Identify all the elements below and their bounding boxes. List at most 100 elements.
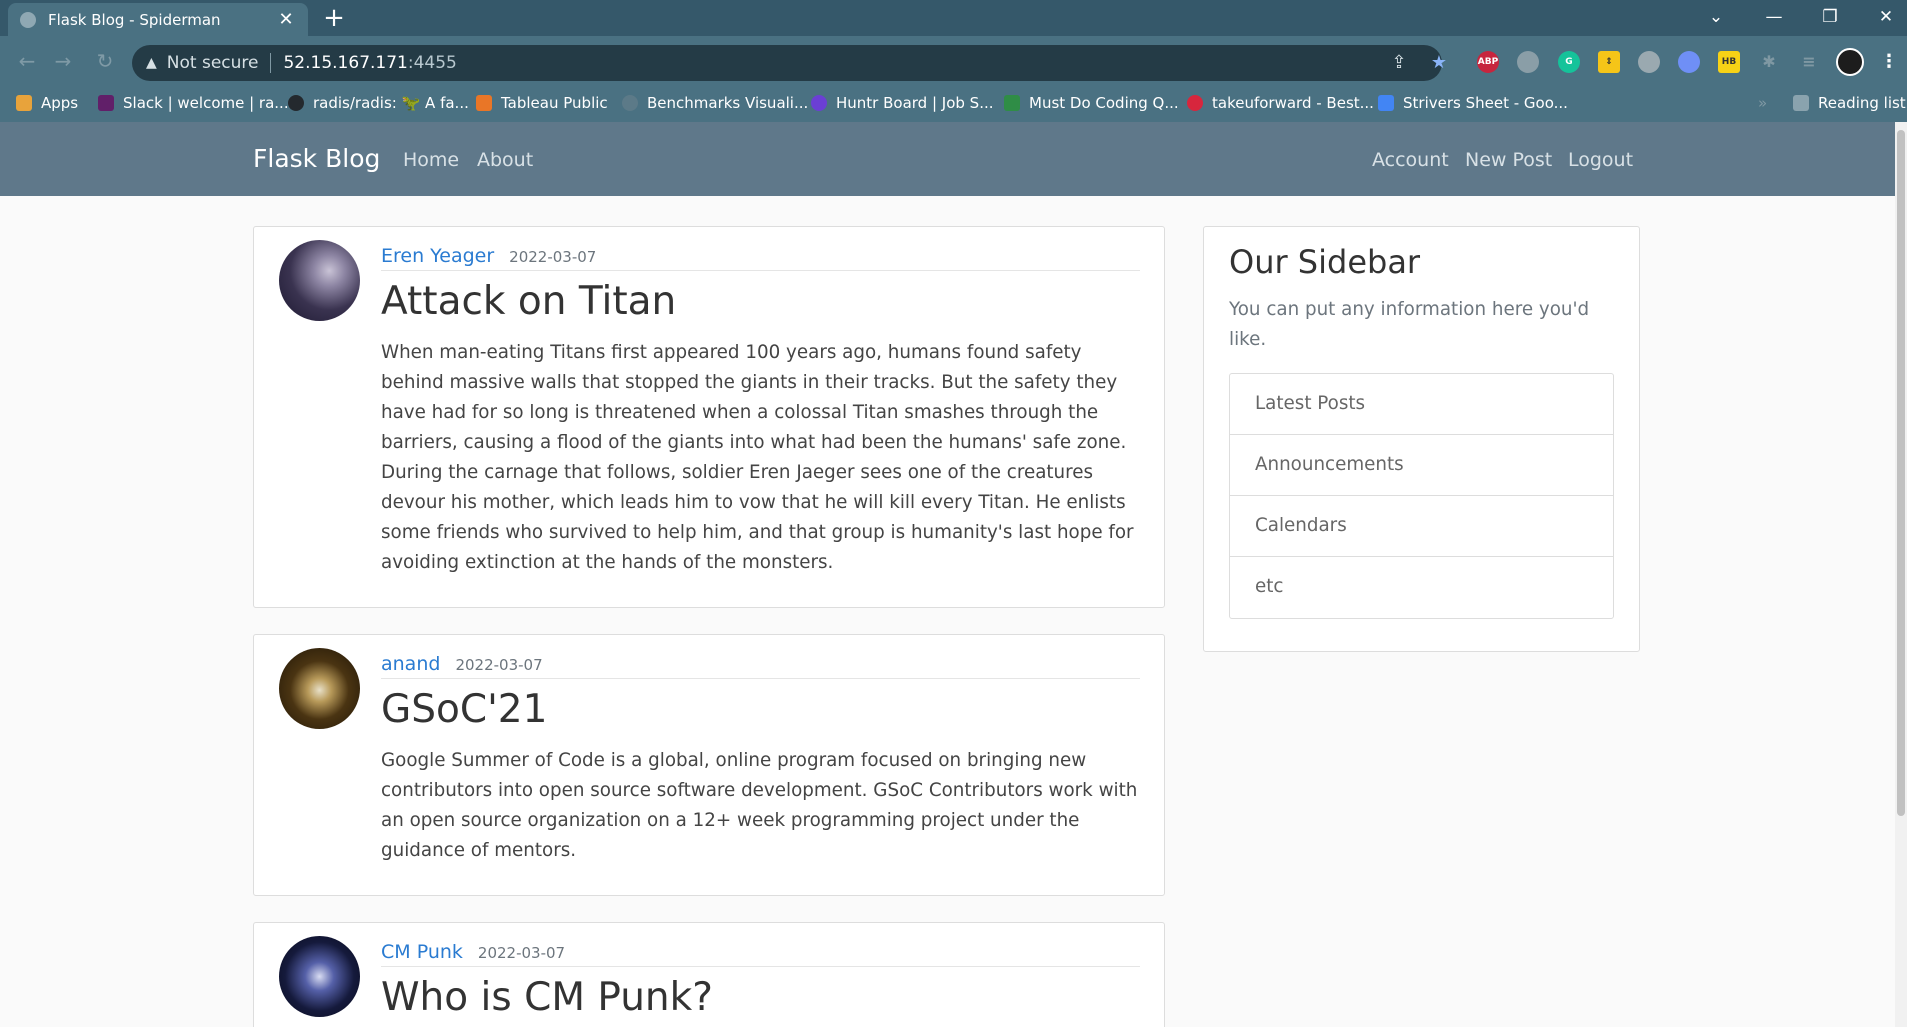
new-tab-button[interactable]: + bbox=[318, 4, 350, 32]
honey-extension-icon[interactable]: HB bbox=[1718, 51, 1740, 73]
sidebar-text: You can put any information here you'd l… bbox=[1229, 299, 1590, 350]
page-scrollbar[interactable] bbox=[1895, 122, 1907, 1027]
minimize-button[interactable]: — bbox=[1754, 4, 1794, 30]
close-tab-icon[interactable]: ✕ bbox=[276, 9, 296, 30]
reading-list-label: Reading list bbox=[1818, 94, 1906, 112]
bookmark-slack[interactable]: Slack | welcome | ra... bbox=[98, 93, 289, 113]
post-author-link[interactable]: CM Punk bbox=[381, 941, 463, 963]
google-docs-icon bbox=[1378, 95, 1394, 111]
cloud-extension-icon[interactable] bbox=[1517, 51, 1539, 73]
post-date: 2022-03-07 bbox=[477, 944, 566, 962]
post-card: CM Punk 2022-03-07 Who is CM Punk? bbox=[253, 922, 1165, 1027]
bookmark-label: takeuforward - Best... bbox=[1212, 94, 1374, 112]
reload-icon[interactable]: ↻ bbox=[92, 48, 118, 74]
post-title[interactable]: Who is CM Punk? bbox=[381, 975, 713, 1020]
sidebar-list: Latest Posts Announcements Calendars etc bbox=[1229, 373, 1614, 619]
media-icon[interactable]: ≡ bbox=[1798, 51, 1820, 73]
browser-tab-bar: Flask Blog - Spiderman ✕ + ⌄ — ❐ ✕ bbox=[0, 0, 1907, 36]
adblock-extension-icon[interactable]: ABP bbox=[1477, 51, 1499, 73]
post-date: 2022-03-07 bbox=[509, 248, 597, 266]
tableau-icon bbox=[476, 95, 492, 111]
sidebar-item-calendars[interactable]: Calendars bbox=[1230, 496, 1613, 557]
nav-about[interactable]: About bbox=[477, 149, 533, 171]
avatar bbox=[279, 648, 360, 729]
post-date: 2022-03-07 bbox=[455, 656, 543, 674]
huntr-icon bbox=[811, 95, 827, 111]
url-port: :4455 bbox=[407, 53, 457, 73]
bookmark-label: Huntr Board | Job S... bbox=[836, 94, 994, 112]
puzzle-extensions-icon[interactable]: ✱ bbox=[1758, 51, 1780, 73]
nav-new-post[interactable]: New Post bbox=[1465, 149, 1552, 171]
site-brand[interactable]: Flask Blog bbox=[253, 144, 380, 173]
bookmarks-overflow-icon[interactable]: » bbox=[1758, 93, 1767, 113]
bookmark-label: Must Do Coding Q... bbox=[1029, 94, 1179, 112]
gfg-icon bbox=[1004, 95, 1020, 111]
avatar bbox=[279, 936, 360, 1017]
menu-kebab-icon[interactable]: ⋮ bbox=[1878, 51, 1900, 73]
sidebar-title: Our Sidebar bbox=[1229, 243, 1421, 281]
post-meta: anand 2022-03-07 bbox=[381, 653, 1140, 679]
tab-title: Flask Blog - Spiderman bbox=[48, 10, 221, 29]
github-icon bbox=[288, 95, 304, 111]
bookmark-label: Benchmarks Visuali... bbox=[647, 94, 809, 112]
scrollbar-thumb[interactable] bbox=[1897, 130, 1905, 816]
warning-icon: ▲ bbox=[146, 55, 157, 71]
nav-logout[interactable]: Logout bbox=[1568, 149, 1633, 171]
post-author-link[interactable]: Eren Yeager bbox=[381, 245, 494, 267]
browser-tab[interactable]: Flask Blog - Spiderman ✕ bbox=[8, 3, 308, 36]
post-content: Google Summer of Code is a global, onlin… bbox=[381, 750, 1138, 861]
bookmark-star-icon[interactable]: ★ bbox=[1426, 50, 1452, 76]
forward-icon[interactable]: → bbox=[50, 48, 76, 74]
sidebar: Our Sidebar You can put any information … bbox=[1203, 226, 1640, 652]
post-card: anand 2022-03-07 GSoC'21 Google Summer o… bbox=[253, 634, 1165, 896]
reading-list-icon bbox=[1793, 95, 1809, 111]
post-author-link[interactable]: anand bbox=[381, 653, 440, 675]
bookmark-must-do[interactable]: Must Do Coding Q... bbox=[1004, 93, 1179, 113]
share-icon[interactable]: ⇪ bbox=[1386, 50, 1412, 76]
bookmark-label: Strivers Sheet - Goo... bbox=[1403, 94, 1568, 112]
grammarly-extension-icon[interactable]: G bbox=[1558, 51, 1580, 73]
post-card: Eren Yeager 2022-03-07 Attack on Titan W… bbox=[253, 226, 1165, 608]
apps-grid-icon bbox=[16, 95, 32, 111]
post-meta: CM Punk 2022-03-07 bbox=[381, 941, 1140, 967]
back-icon[interactable]: ← bbox=[14, 48, 40, 74]
reading-list[interactable]: Reading list bbox=[1793, 93, 1906, 113]
profile-avatar-icon[interactable] bbox=[1836, 48, 1864, 76]
bookmark-radis[interactable]: radis/radis: 🦖 A fa... bbox=[288, 93, 469, 113]
address-bar[interactable]: ▲ Not secure 52.15.167.171:4455 bbox=[132, 45, 1442, 81]
omnibox-divider bbox=[270, 53, 272, 73]
bookmark-label: Apps bbox=[41, 94, 79, 112]
arrows-extension-icon[interactable]: ⇕ bbox=[1598, 51, 1620, 73]
not-secure-label: Not secure bbox=[166, 53, 259, 73]
tuf-icon bbox=[1187, 95, 1203, 111]
bookmark-takeuforward[interactable]: takeuforward - Best... bbox=[1187, 93, 1374, 113]
globe-icon bbox=[20, 11, 36, 28]
nav-home[interactable]: Home bbox=[403, 149, 459, 171]
bookmarks-bar: Apps Slack | welcome | ra... radis/radis… bbox=[0, 84, 1907, 122]
bookmark-apps[interactable]: Apps bbox=[16, 93, 78, 113]
search-extension-icon[interactable] bbox=[1678, 51, 1700, 73]
bookmark-strivers-sheet[interactable]: Strivers Sheet - Goo... bbox=[1378, 93, 1568, 113]
bookmark-label: Tableau Public bbox=[501, 94, 608, 112]
slack-icon bbox=[98, 95, 114, 111]
bookmark-huntr[interactable]: Huntr Board | Job S... bbox=[811, 93, 994, 113]
url-host: 52.15.167.171 bbox=[283, 53, 408, 73]
post-title[interactable]: Attack on Titan bbox=[381, 279, 676, 324]
sidebar-item-announcements[interactable]: Announcements bbox=[1230, 435, 1613, 496]
sidebar-item-latest-posts[interactable]: Latest Posts bbox=[1230, 374, 1613, 435]
tab-search-icon[interactable]: ⌄ bbox=[1696, 4, 1736, 30]
compass-extension-icon[interactable] bbox=[1638, 51, 1660, 73]
bookmark-label: Slack | welcome | ra... bbox=[123, 94, 289, 112]
globe-icon bbox=[622, 95, 638, 111]
site-navbar: Flask Blog Home About Account New Post L… bbox=[0, 122, 1895, 196]
post-meta: Eren Yeager 2022-03-07 bbox=[381, 245, 1140, 271]
bookmark-tableau[interactable]: Tableau Public bbox=[476, 93, 608, 113]
avatar bbox=[279, 240, 360, 321]
nav-account[interactable]: Account bbox=[1372, 149, 1449, 171]
close-window-button[interactable]: ✕ bbox=[1866, 4, 1906, 30]
post-title[interactable]: GSoC'21 bbox=[381, 687, 547, 732]
sidebar-item-etc[interactable]: etc bbox=[1230, 557, 1613, 618]
restore-button[interactable]: ❐ bbox=[1810, 4, 1850, 30]
bookmark-benchmarks[interactable]: Benchmarks Visuali... bbox=[622, 93, 808, 113]
bookmark-label: radis/radis: 🦖 A fa... bbox=[313, 94, 469, 112]
